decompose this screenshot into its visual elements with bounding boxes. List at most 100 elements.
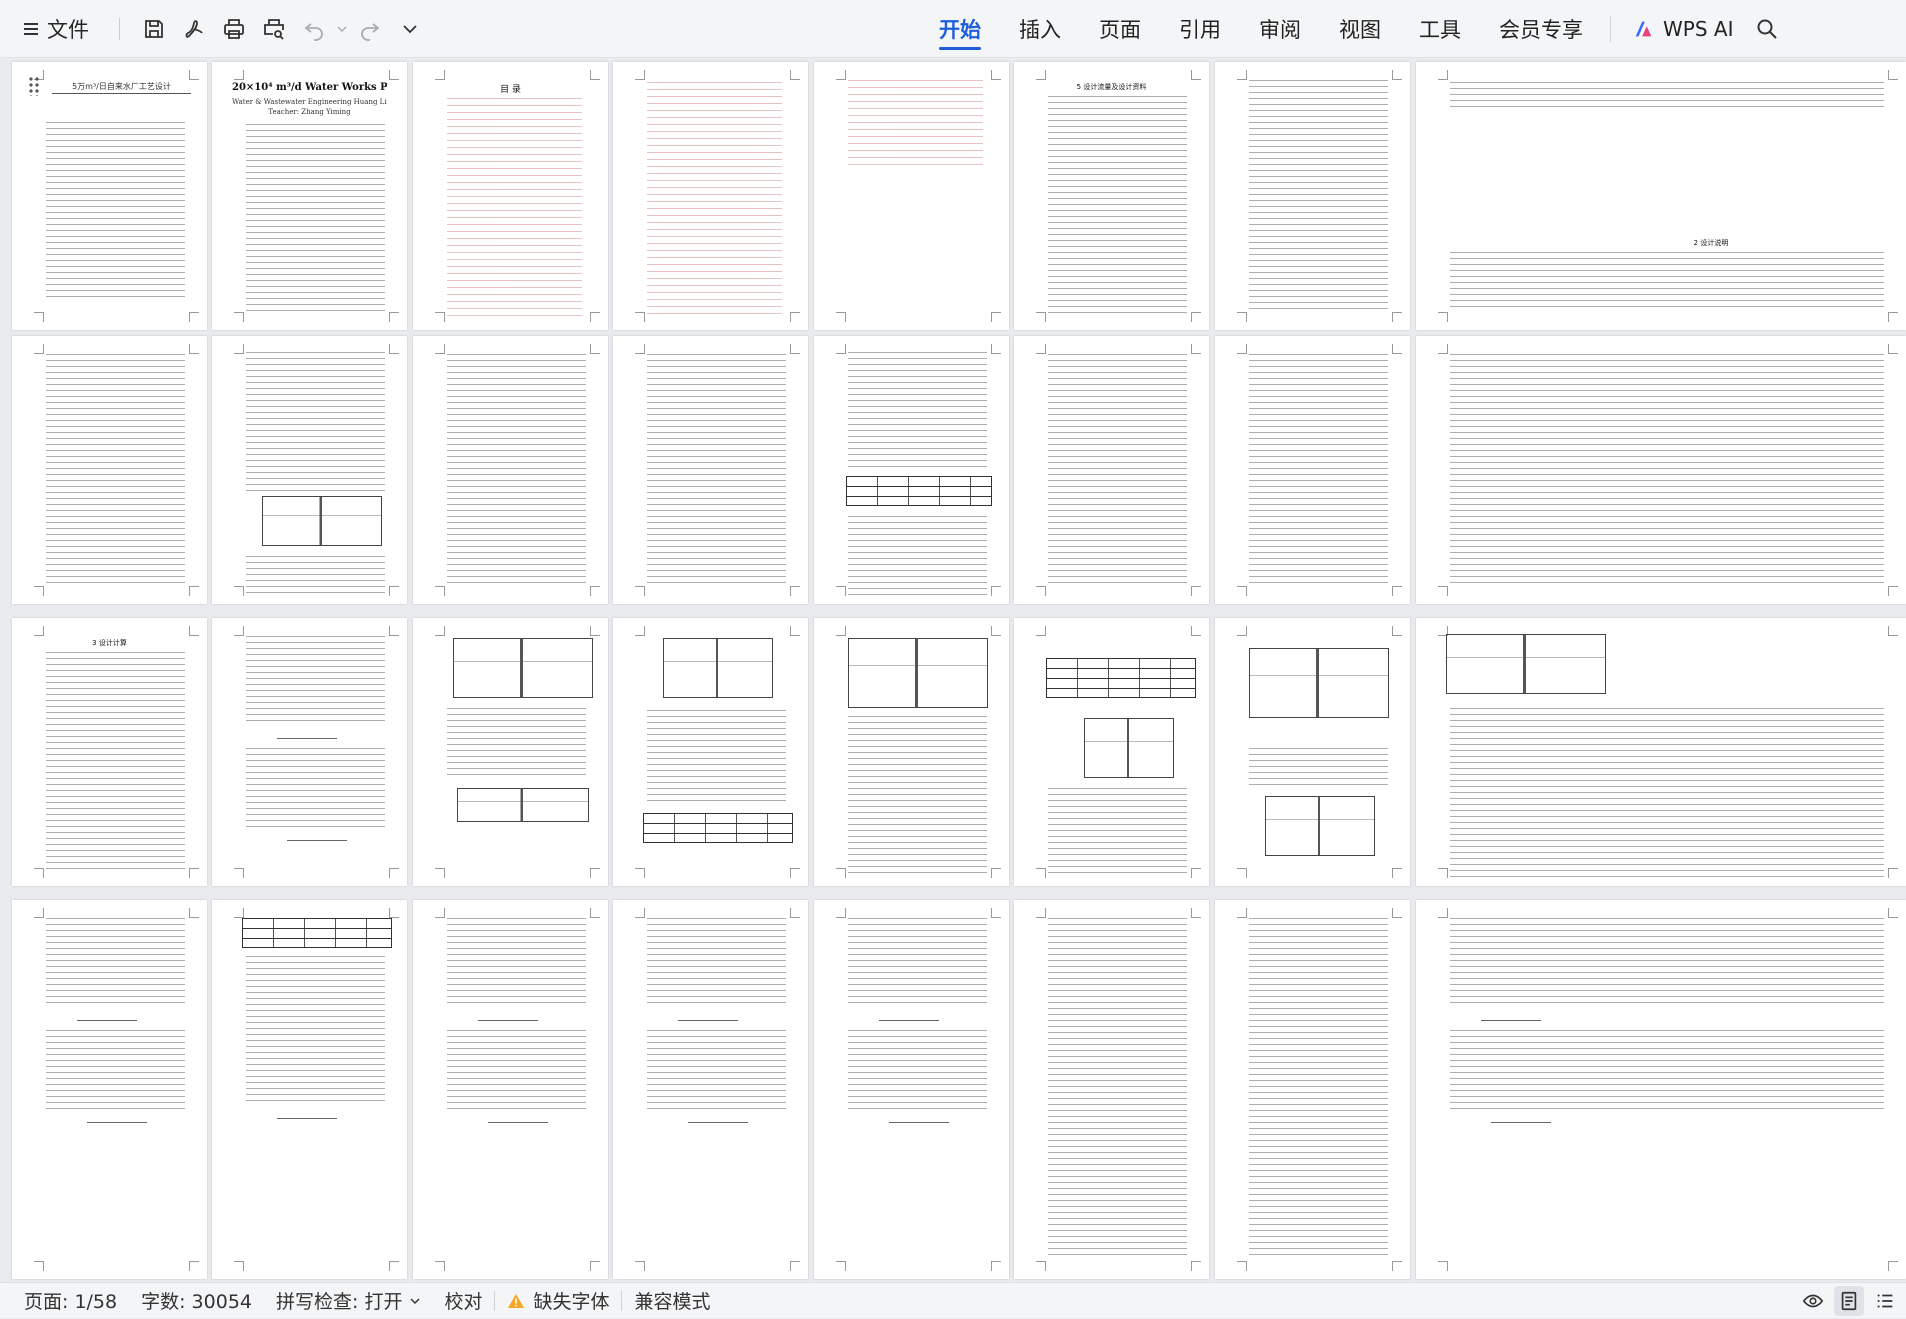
- text-block: [46, 1030, 185, 1110]
- crop-mark: [389, 312, 399, 322]
- tab-page[interactable]: 页面: [1080, 0, 1160, 58]
- page-thumbnail[interactable]: 3 设计计算: [12, 618, 207, 886]
- page-thumbnail[interactable]: [413, 336, 608, 604]
- equation: [272, 734, 342, 742]
- page-indicator[interactable]: 页面: 1/58: [0, 1283, 129, 1319]
- print-icon[interactable]: [214, 9, 254, 49]
- page-thumbnail[interactable]: 5万m³/日自来水厂工艺设计: [12, 62, 207, 330]
- crop-mark: [1438, 70, 1448, 80]
- page-thumbnail[interactable]: [814, 900, 1009, 1279]
- wps-ai-button[interactable]: WPS AI: [1619, 0, 1747, 58]
- spell-check-toggle[interactable]: 拼写检查: 打开: [264, 1283, 432, 1319]
- table: [643, 813, 793, 843]
- print-preview-icon[interactable]: [254, 9, 294, 49]
- figure: [1084, 718, 1174, 778]
- crop-mark: [1888, 1261, 1898, 1271]
- page-view-icon[interactable]: [1834, 1286, 1864, 1316]
- tab-view[interactable]: 视图: [1320, 0, 1400, 58]
- tab-home[interactable]: 开始: [920, 0, 1000, 58]
- crop-mark: [590, 586, 600, 596]
- page-thumbnail[interactable]: 目 录: [413, 62, 608, 330]
- crop-mark: [1237, 586, 1247, 596]
- export-pdf-icon[interactable]: [174, 9, 214, 49]
- page-thumbnail[interactable]: [1215, 336, 1410, 604]
- figure: [453, 638, 593, 698]
- crop-mark: [189, 868, 199, 878]
- crop-mark: [836, 908, 846, 918]
- crop-mark: [1392, 908, 1402, 918]
- page-thumbnail[interactable]: [1014, 900, 1209, 1279]
- page-thumbnail[interactable]: [12, 900, 207, 1279]
- page-thumbnail[interactable]: 5 设计流量及设计资料: [1014, 62, 1209, 330]
- page-thumbnail[interactable]: [814, 336, 1009, 604]
- page-title: 5 设计流量及设计资料: [1076, 83, 1147, 91]
- crop-mark: [189, 626, 199, 636]
- page-thumbnail[interactable]: [1215, 618, 1410, 886]
- crop-mark: [790, 70, 800, 80]
- text-block: [647, 710, 786, 806]
- page-thumbnail[interactable]: 20×10⁴ m³/d Water Works Process Design Wa…: [212, 62, 407, 330]
- save-icon[interactable]: [134, 9, 174, 49]
- crop-mark: [189, 908, 199, 918]
- undo-icon[interactable]: [294, 9, 334, 49]
- tab-tools[interactable]: 工具: [1400, 0, 1480, 58]
- page-title: 目 录: [500, 85, 521, 95]
- crop-mark: [991, 626, 1001, 636]
- eye-protection-icon[interactable]: [1798, 1286, 1828, 1316]
- missing-font-button[interactable]: 缺失字体: [495, 1283, 621, 1319]
- crop-mark: [836, 344, 846, 354]
- crop-mark: [34, 344, 44, 354]
- file-menu-button[interactable]: 文件: [24, 9, 105, 49]
- redo-icon[interactable]: [350, 9, 390, 49]
- tab-insert[interactable]: 插入: [1000, 0, 1080, 58]
- page-thumbnail[interactable]: [1215, 900, 1410, 1279]
- text-block: [1450, 252, 1884, 312]
- proofread-button[interactable]: 校对: [432, 1283, 494, 1319]
- crop-mark: [389, 908, 399, 918]
- outline-view-icon[interactable]: [1870, 1286, 1900, 1316]
- page-thumbnail[interactable]: [413, 900, 608, 1279]
- page-thumbnail[interactable]: [814, 62, 1009, 330]
- page-thumbnail[interactable]: [12, 336, 207, 604]
- tab-member[interactable]: 会员专享: [1480, 0, 1602, 58]
- page-thumbnail[interactable]: [613, 336, 808, 604]
- crop-mark: [635, 586, 645, 596]
- tab-references[interactable]: 引用: [1160, 0, 1240, 58]
- page-thumbnail[interactable]: [613, 62, 808, 330]
- text-block: [46, 354, 185, 584]
- undo-dropdown-chevron-icon[interactable]: [334, 9, 350, 49]
- crop-mark: [1036, 1261, 1046, 1271]
- search-icon[interactable]: [1747, 0, 1787, 58]
- page-thumbnail[interactable]: [1014, 336, 1209, 604]
- page-thumbnail[interactable]: [1416, 900, 1906, 1279]
- page-thumbnail[interactable]: 2 设计说明: [1416, 62, 1906, 330]
- page-thumbnail[interactable]: [212, 336, 407, 604]
- wps-ai-label: WPS AI: [1663, 17, 1734, 41]
- equation: [473, 1016, 543, 1024]
- crop-mark: [1237, 70, 1247, 80]
- more-chevron-down-icon[interactable]: [390, 9, 430, 49]
- text-block: [246, 636, 385, 726]
- tab-review[interactable]: 审阅: [1240, 0, 1320, 58]
- crop-mark: [635, 626, 645, 636]
- crop-mark: [1392, 626, 1402, 636]
- crop-mark: [1888, 70, 1898, 80]
- page-thumbnail[interactable]: [1416, 336, 1906, 604]
- document-page-grid[interactable]: 5万m³/日自来水厂工艺设计 20×10⁴ m³/d Water Works Pr…: [0, 59, 1906, 1282]
- page-thumbnail[interactable]: [212, 900, 407, 1279]
- page-subtitle: Water & Wastewater Engineering Huang Lin…: [232, 98, 387, 106]
- page-thumbnail[interactable]: [1416, 618, 1906, 886]
- page-thumbnail[interactable]: [1215, 62, 1410, 330]
- page-thumbnail[interactable]: [613, 900, 808, 1279]
- crop-mark: [1191, 344, 1201, 354]
- page-thumbnail[interactable]: [212, 618, 407, 886]
- word-count[interactable]: 字数: 30054: [129, 1283, 264, 1319]
- page-thumbnail[interactable]: [613, 618, 808, 886]
- page-thumbnail[interactable]: [814, 618, 1009, 886]
- page-thumbnail[interactable]: [1014, 618, 1209, 886]
- crop-mark: [836, 70, 846, 80]
- crop-mark: [790, 1261, 800, 1271]
- page-thumbnail[interactable]: [413, 618, 608, 886]
- crop-mark: [435, 626, 445, 636]
- crop-mark: [389, 868, 399, 878]
